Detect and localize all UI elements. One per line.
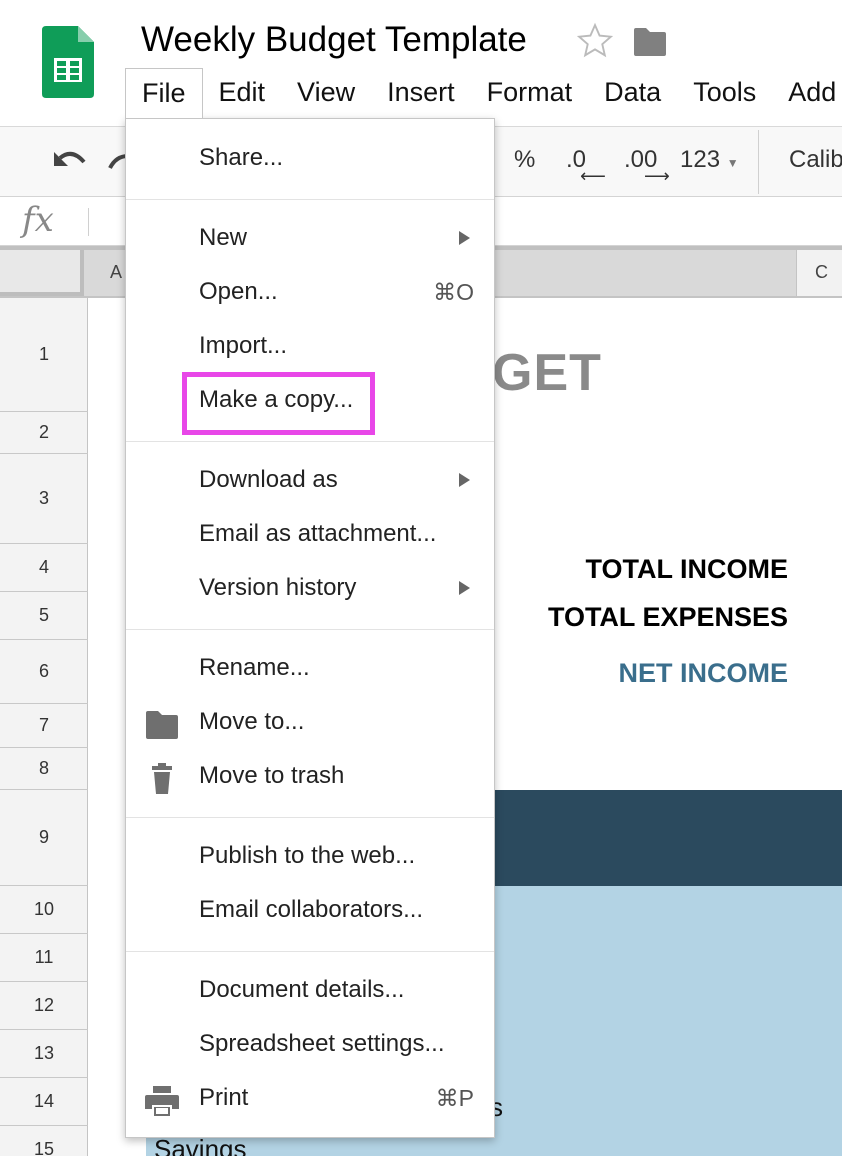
menu-insert[interactable]: Insert (371, 68, 471, 118)
row-header[interactable]: 14 (0, 1078, 88, 1126)
select-all-corner[interactable] (0, 250, 84, 296)
submenu-arrow-icon (459, 581, 470, 595)
sheets-logo-icon[interactable] (42, 26, 94, 98)
menu-share[interactable]: Share... (126, 135, 494, 185)
total-income-label[interactable]: TOTAL INCOME (586, 554, 789, 585)
menu-separator (126, 951, 494, 952)
menu-data[interactable]: Data (588, 68, 677, 118)
menu-version-history-label: Version history (199, 574, 357, 601)
row-header[interactable]: 8 (0, 748, 88, 790)
column-header-a[interactable]: A (110, 262, 122, 283)
menu-download-as-label: Download as (199, 466, 338, 493)
folder-icon[interactable] (632, 26, 668, 58)
menu-download-as[interactable]: Download as (126, 457, 494, 507)
menu-email-collaborators-label: Email collaborators... (199, 896, 424, 923)
row-header[interactable]: 2 (0, 412, 88, 454)
submenu-arrow-icon (459, 231, 470, 245)
row-header[interactable]: 1 (0, 298, 88, 412)
row-header[interactable]: 10 (0, 886, 88, 934)
row-header[interactable]: 3 (0, 454, 88, 544)
row-headers: 1 2 3 4 5 6 7 8 9 10 11 12 13 14 15 (0, 298, 88, 1156)
undo-icon[interactable] (50, 144, 90, 180)
menu-publish-web-label: Publish to the web... (199, 842, 416, 869)
file-menu-dropdown: Share... New Open... ⌘O Import... Make a… (125, 118, 495, 1138)
menu-format[interactable]: Format (471, 68, 589, 118)
menu-view[interactable]: View (281, 68, 371, 118)
highlight-annotation (182, 372, 375, 435)
formula-separator (88, 208, 89, 236)
menu-bar: File Edit View Insert Format Data Tools … (125, 68, 842, 118)
total-expenses-label[interactable]: TOTAL EXPENSES (548, 602, 788, 633)
menu-move-to-trash-label: Move to trash (199, 762, 345, 789)
menu-move-to-label: Move to... (199, 708, 305, 735)
percent-format-button[interactable]: % (514, 146, 535, 174)
menu-document-details-label: Document details... (199, 976, 405, 1003)
menu-document-details[interactable]: Document details... (126, 967, 494, 1017)
row-header[interactable]: 11 (0, 934, 88, 982)
row-header[interactable]: 9 (0, 790, 88, 886)
menu-import-label: Import... (199, 332, 288, 359)
row-header[interactable]: 15 (0, 1126, 88, 1156)
menu-rename[interactable]: Rename... (126, 645, 494, 695)
menu-new[interactable]: New (126, 215, 494, 265)
menu-separator (126, 441, 494, 442)
menu-email-collaborators[interactable]: Email collaborators... (126, 887, 494, 937)
menu-email-attachment[interactable]: Email as attachment... (126, 511, 494, 561)
menu-file[interactable]: File (125, 68, 203, 118)
row-header[interactable]: 13 (0, 1030, 88, 1078)
menu-print-label: Print (199, 1084, 249, 1111)
menu-separator (126, 199, 494, 200)
caret-down-icon: ▼ (726, 156, 739, 170)
menu-tools[interactable]: Tools (677, 68, 772, 118)
column-header-c[interactable]: C (815, 262, 828, 283)
row-header[interactable]: 6 (0, 640, 88, 704)
row-header[interactable]: 7 (0, 704, 88, 748)
right-arrow-icon: ⟶ (644, 166, 670, 186)
print-icon (145, 1086, 179, 1116)
menu-move-to[interactable]: Move to... (126, 699, 494, 749)
menu-spreadsheet-settings-label: Spreadsheet settings... (199, 1030, 445, 1057)
row-header[interactable]: 12 (0, 982, 88, 1030)
menu-edit[interactable]: Edit (203, 68, 282, 118)
menu-share-label: Share... (199, 144, 284, 171)
menu-addons[interactable]: Add (772, 68, 842, 118)
menu-open-label: Open... (199, 278, 278, 305)
menu-move-to-trash[interactable]: Move to trash (126, 753, 494, 803)
star-icon[interactable] (576, 22, 614, 60)
fx-icon: fx (22, 200, 54, 240)
submenu-arrow-icon (459, 473, 470, 487)
toolbar-separator (758, 130, 759, 194)
menu-open[interactable]: Open... ⌘O (126, 269, 494, 319)
menu-separator (126, 629, 494, 630)
menu-version-history[interactable]: Version history (126, 565, 494, 615)
menu-rename-label: Rename... (199, 654, 310, 681)
trash-icon (152, 763, 172, 794)
menu-email-attachment-label: Email as attachment... (199, 520, 437, 547)
menu-print-shortcut: ⌘P (435, 1085, 474, 1111)
menu-print[interactable]: Print ⌘P (126, 1075, 494, 1125)
menu-import[interactable]: Import... (126, 323, 494, 373)
more-formats-button[interactable]: 123 ▼ (680, 146, 739, 174)
font-family-select[interactable]: Calibri (789, 146, 842, 174)
menu-separator (126, 817, 494, 818)
menu-spreadsheet-settings[interactable]: Spreadsheet settings... (126, 1021, 494, 1071)
menu-open-shortcut: ⌘O (433, 279, 474, 305)
sheet-title-cell[interactable]: GET (492, 343, 602, 403)
document-title[interactable]: Weekly Budget Template (141, 20, 527, 60)
left-arrow-icon: ⟵ (580, 166, 606, 186)
menu-new-label: New (199, 224, 248, 251)
net-income-label[interactable]: NET INCOME (618, 658, 788, 689)
row-header[interactable]: 5 (0, 592, 88, 640)
row-header[interactable]: 4 (0, 544, 88, 592)
menu-publish-web[interactable]: Publish to the web... (126, 833, 494, 883)
folder-icon (146, 711, 178, 739)
more-formats-label: 123 (680, 146, 721, 173)
